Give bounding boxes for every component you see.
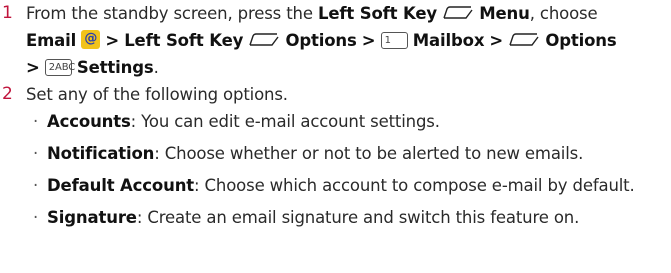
- separator: >: [26, 58, 40, 77]
- option-term: Accounts: [47, 112, 131, 131]
- separator: >: [489, 31, 504, 50]
- left-soft-key-icon: [442, 4, 474, 22]
- option-desc: : Choose which account to compose e-mail…: [194, 176, 635, 195]
- bullet: ·: [33, 144, 39, 163]
- separator: >: [361, 31, 376, 50]
- text: , choose: [529, 4, 598, 23]
- settings-label: Settings: [76, 58, 154, 77]
- step-2-text: Set any of the following options.: [26, 85, 288, 104]
- options-label: Options: [285, 31, 357, 50]
- bullet: ·: [33, 208, 39, 227]
- step-1-text: From the standby screen, press the Left …: [26, 0, 666, 81]
- separator: >: [105, 31, 120, 50]
- email-app-icon: @: [81, 30, 101, 49]
- keypad-2abc-icon: 2ABC: [44, 59, 76, 76]
- list-item: · Default Account: Choose which account …: [33, 172, 663, 199]
- step-number: 1: [2, 3, 13, 23]
- menu-label: Menu: [479, 4, 530, 23]
- options-list: · Accounts: You can edit e-mail account …: [33, 108, 663, 231]
- step-number: 2: [2, 84, 13, 104]
- keypad-1-icon: 1: [380, 32, 408, 49]
- option-desc: : Create an email signature and switch t…: [136, 208, 580, 227]
- text: From the standby screen, press the: [26, 4, 313, 23]
- instructions: 1 From the standby screen, press the Lef…: [0, 0, 671, 231]
- email-glyph: @: [84, 31, 98, 46]
- option-desc: : Choose whether or not to be alerted to…: [154, 144, 584, 163]
- text: .: [153, 58, 159, 77]
- left-soft-key-icon: [508, 31, 540, 49]
- left-soft-key-icon: [248, 31, 280, 49]
- option-desc: : You can edit e-mail account settings.: [130, 112, 440, 131]
- option-term: Signature: [47, 208, 137, 227]
- left-soft-key-label: Left Soft Key: [317, 4, 437, 23]
- step-1: 1 From the standby screen, press the Lef…: [0, 0, 671, 81]
- bullet: ·: [33, 112, 39, 131]
- key-label: 2ABC: [48, 62, 76, 73]
- option-term: Notification: [47, 144, 155, 163]
- email-label: Email: [26, 31, 77, 50]
- list-item: · Notification: Choose whether or not to…: [33, 140, 663, 167]
- key-label: 1: [384, 35, 391, 46]
- step-2: 2 Set any of the following options.: [0, 81, 671, 108]
- left-soft-key-label: Left Soft Key: [124, 31, 244, 50]
- mailbox-label: Mailbox: [412, 31, 485, 50]
- bullet: ·: [33, 176, 39, 195]
- list-item: · Accounts: You can edit e-mail account …: [33, 108, 663, 135]
- option-term: Default Account: [47, 176, 195, 195]
- list-item: · Signature: Create an email signature a…: [33, 204, 663, 231]
- options-label: Options: [545, 31, 617, 50]
